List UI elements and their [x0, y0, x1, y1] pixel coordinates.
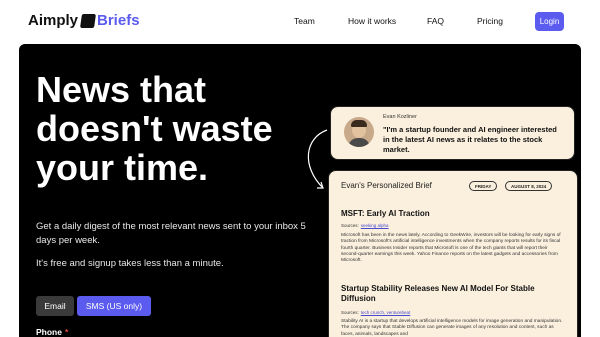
testimonial-card: Evan Kozliner "I'm a startup founder and… — [330, 106, 575, 160]
brand-logo-icon — [80, 13, 96, 28]
article-body: Stability AI is a startup that develops … — [341, 319, 563, 337]
curved-arrow-icon — [307, 129, 328, 189]
article-title: Startup Stability Releases New AI Model … — [341, 284, 535, 303]
nav-how-it-works-link[interactable]: How it works — [348, 16, 396, 26]
login-button[interactable]: Login — [535, 12, 564, 31]
brand-logo[interactable]: Aimply Briefs — [28, 12, 140, 29]
sms-toggle-button[interactable]: SMS (US only) — [77, 296, 151, 316]
day-badge: FRIDAY — [469, 181, 498, 191]
testimonial-name: Evan Kozliner — [383, 114, 417, 120]
hero-signup-note: It's free and signup takes less than a m… — [36, 258, 224, 269]
article-sources: Sources: seeking alpha — [341, 223, 389, 228]
hero-subtitle: Get a daily digest of the most relevant … — [36, 221, 306, 246]
testimonial-quote: "I'm a startup founder and AI engineer i… — [383, 125, 557, 154]
article-sources: Sources: tech crunch, venturebeat — [341, 310, 411, 315]
top-navigation: Aimply Briefs Team How it works FAQ Pric… — [0, 0, 600, 43]
nav-faq-link[interactable]: FAQ — [427, 16, 444, 26]
source-link[interactable]: tech crunch, venturebeat — [361, 310, 411, 315]
article-title: MSFT: Early AI Traction — [341, 209, 430, 218]
article-body: Microsoft has been in the news lately. A… — [341, 233, 561, 264]
required-marker: * — [64, 327, 69, 337]
brand-name-part2: Briefs — [97, 12, 140, 29]
hero-section: News that doesn't waste your time. Get a… — [19, 44, 581, 337]
hero-headline: News that doesn't waste your time. — [36, 69, 273, 188]
brand-name-part1: Aimply — [28, 12, 79, 29]
nav-pricing-link[interactable]: Pricing — [477, 16, 503, 26]
email-toggle-button[interactable]: Email — [36, 296, 74, 316]
nav-team-link[interactable]: Team — [294, 16, 315, 26]
brief-preview-card: Evan's Personalized Brief FRIDAY AUGUST … — [328, 170, 578, 337]
brief-title: Evan's Personalized Brief — [341, 181, 432, 190]
phone-label-text: Phone — [36, 327, 62, 337]
date-badge: AUGUST 8, 2024 — [505, 181, 553, 191]
source-link[interactable]: seeking alpha — [361, 223, 389, 228]
phone-field-label: Phone * — [36, 327, 68, 337]
avatar — [344, 117, 374, 147]
